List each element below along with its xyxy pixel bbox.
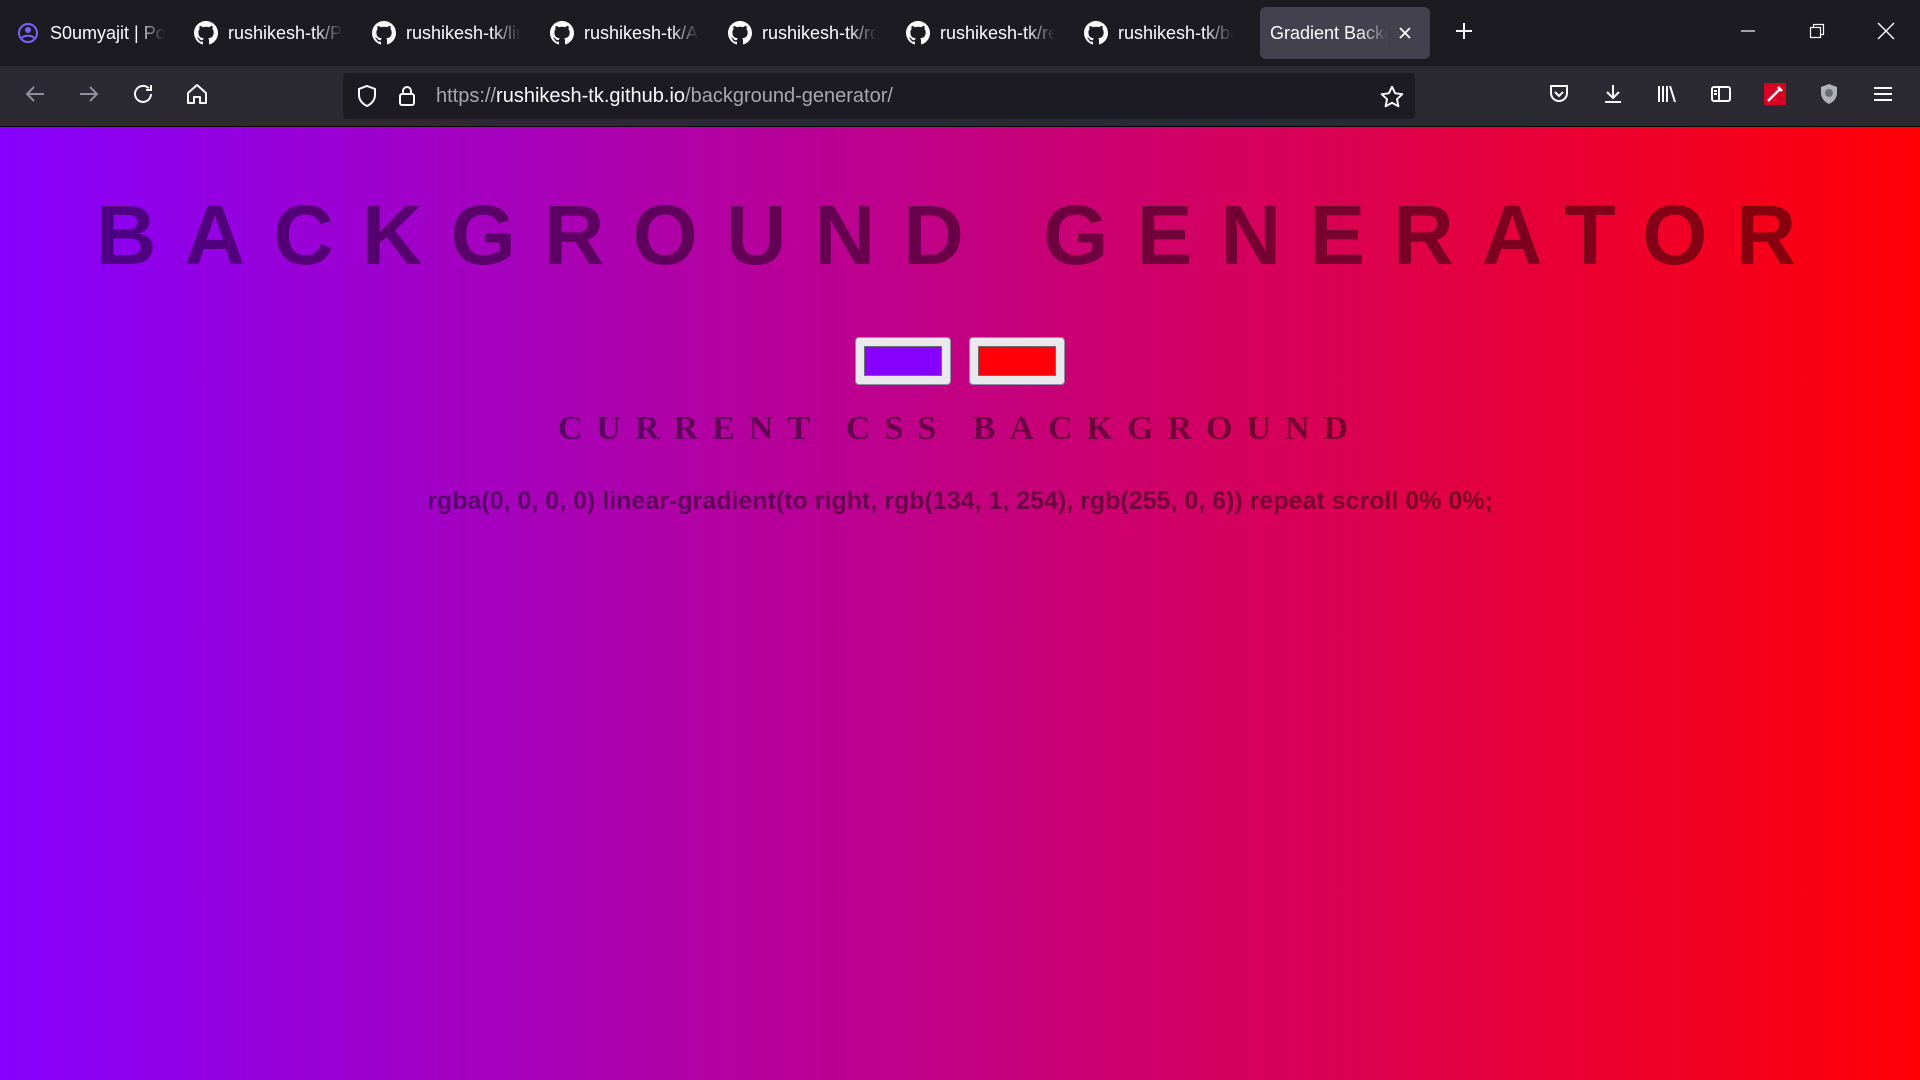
reload-button[interactable] [121, 74, 165, 118]
arrow-right-icon [78, 83, 100, 110]
tab-github-2[interactable]: rushikesh-tk/linkedin [362, 7, 532, 59]
tab-title: rushikesh-tk/robofriends [762, 22, 877, 43]
tab-github-1[interactable]: rushikesh-tk/Portfolio [184, 7, 354, 59]
tab-github-3[interactable]: rushikesh-tk/App [540, 7, 710, 59]
home-button[interactable] [175, 74, 219, 118]
tab-title: rushikesh-tk/react [940, 22, 1055, 43]
hamburger-menu-icon [1872, 83, 1894, 110]
github-icon [194, 21, 218, 45]
tab-active-gradient[interactable]: Gradient Background [1260, 7, 1430, 59]
extension-privacy-button[interactable] [1807, 74, 1851, 118]
github-icon [372, 21, 396, 45]
tab-github-5[interactable]: rushikesh-tk/react [896, 7, 1066, 59]
pocket-button[interactable] [1537, 74, 1581, 118]
menu-button[interactable] [1861, 74, 1905, 118]
restore-icon [1809, 23, 1825, 44]
lock-icon[interactable] [395, 84, 419, 113]
css-output-text: rgba(0, 0, 0, 0) linear-gradient(to righ… [427, 487, 1493, 515]
extension-colorpicker-button[interactable] [1753, 74, 1797, 118]
plus-icon [1454, 21, 1474, 46]
library-icon [1655, 82, 1679, 111]
download-icon [1601, 82, 1625, 111]
tab-title: rushikesh-tk/background-generator [1118, 22, 1233, 43]
restore-button[interactable] [1782, 0, 1851, 66]
tab-title: S0umyajit | Portfolio [50, 22, 165, 43]
reload-icon [131, 82, 155, 111]
url-scheme: https:// [436, 85, 497, 107]
sidebar-button[interactable] [1699, 74, 1743, 118]
star-icon[interactable] [1379, 84, 1405, 115]
library-button[interactable] [1645, 74, 1689, 118]
arrow-left-icon [24, 83, 46, 110]
window-controls [1713, 0, 1920, 66]
page-title: BACKGROUND GENERATOR [95, 188, 1825, 282]
tab-portfolio[interactable]: S0umyajit | Portfolio [6, 7, 176, 59]
shield-icon[interactable] [355, 84, 379, 113]
color-input-2[interactable] [969, 337, 1065, 385]
url-text[interactable]: https://rushikesh-tk.github.io/backgroun… [436, 85, 893, 108]
tab-title: rushikesh-tk/Portfolio [228, 22, 343, 43]
tab-title: rushikesh-tk/linkedin [406, 22, 521, 43]
url-path: /background-generator/ [685, 85, 893, 107]
navigation-toolbar: https://rushikesh-tk.github.io/backgroun… [0, 66, 1920, 127]
tab-title: Gradient Background [1270, 22, 1388, 43]
portfolio-icon [16, 21, 40, 45]
close-window-button[interactable] [1851, 0, 1920, 66]
page-content: BACKGROUND GENERATOR CURRENT CSS BACKGRO… [0, 127, 1920, 1080]
color-swatch-2 [978, 346, 1056, 376]
github-icon [1084, 21, 1108, 45]
url-domain: rushikesh-tk.github.io [496, 85, 686, 107]
color-swatch-1 [864, 346, 942, 376]
back-button[interactable] [13, 74, 57, 118]
color-input-1[interactable] [855, 337, 951, 385]
tab-title: rushikesh-tk/App [584, 22, 699, 43]
close-icon[interactable] [1392, 20, 1418, 46]
tab-strip: S0umyajit | Portfolio rushikesh-tk/Portf… [0, 0, 1920, 66]
color-picker-extension-icon [1763, 82, 1787, 111]
tab-github-6[interactable]: rushikesh-tk/background-generator [1074, 7, 1244, 59]
current-css-heading: CURRENT CSS BACKGROUND [557, 410, 1363, 447]
url-bar[interactable]: https://rushikesh-tk.github.io/backgroun… [343, 73, 1415, 119]
minimize-icon [1740, 23, 1756, 44]
home-icon [185, 82, 209, 111]
github-icon [906, 21, 930, 45]
color-pickers [0, 337, 1920, 385]
new-tab-button[interactable] [1442, 11, 1486, 55]
pocket-icon [1547, 82, 1571, 111]
sidebar-icon [1709, 82, 1733, 111]
forward-button[interactable] [67, 74, 111, 118]
tab-github-4[interactable]: rushikesh-tk/robofriends [718, 7, 888, 59]
github-icon [550, 21, 574, 45]
downloads-button[interactable] [1591, 74, 1635, 118]
github-icon [728, 21, 752, 45]
minimize-button[interactable] [1713, 0, 1782, 66]
privacy-badger-icon [1817, 82, 1841, 111]
close-icon [1877, 22, 1895, 45]
